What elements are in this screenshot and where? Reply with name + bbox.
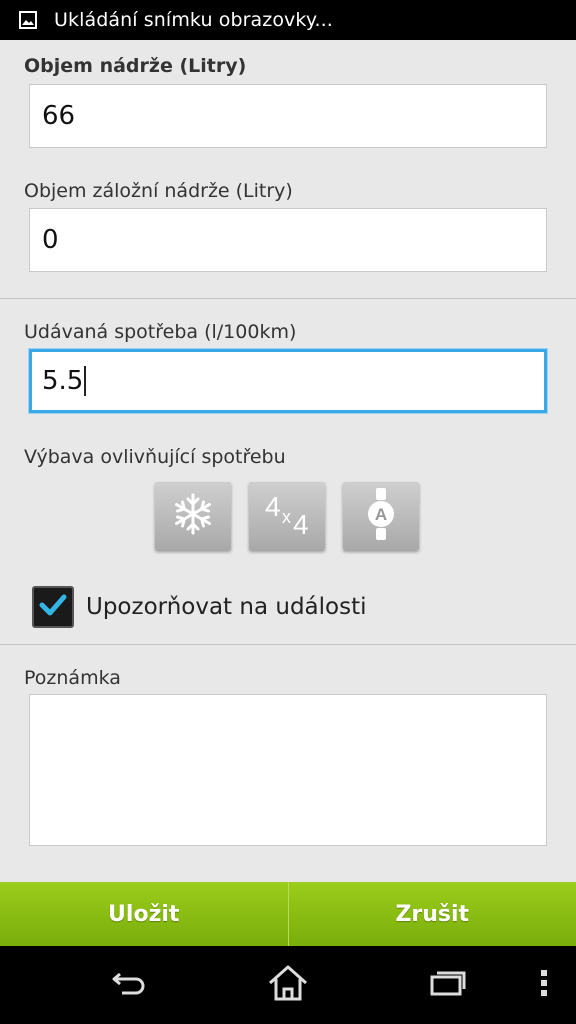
air-conditioning-toggle[interactable] <box>155 482 231 550</box>
text-caret <box>84 366 87 396</box>
automatic-gearbox-icon: A <box>366 488 396 544</box>
notify-checkbox[interactable] <box>32 586 74 628</box>
notify-checkbox-row[interactable]: Upozorňovat na události <box>32 586 367 628</box>
checkmark-icon <box>39 593 67 621</box>
consumption-input[interactable]: 5.5 <box>29 349 547 413</box>
home-button[interactable] <box>258 946 318 1024</box>
equipment-toggles: 4 x 4 A <box>155 482 419 550</box>
tank-volume-input[interactable]: 66 <box>29 84 547 148</box>
cancel-button[interactable]: Zrušit <box>287 882 576 946</box>
consumption-label: Udávaná spotřeba (l/100km) <box>24 321 297 343</box>
four-by-four-icon: 4 x 4 <box>259 491 315 541</box>
status-bar: Ukládání snímku obrazovky... <box>0 0 576 40</box>
notify-label: Upozorňovat na události <box>86 594 367 620</box>
four-by-four-text-end: 4 <box>293 509 309 540</box>
reserve-tank-label: Objem záložní nádrže (Litry) <box>24 180 293 202</box>
automatic-gearbox-toggle[interactable]: A <box>343 482 419 550</box>
section-divider <box>0 298 576 299</box>
consumption-value: 5.5 <box>42 366 84 396</box>
overflow-menu-button[interactable] <box>526 946 562 1024</box>
recents-icon <box>428 968 468 1002</box>
overflow-menu-icon <box>540 968 548 1002</box>
home-icon <box>266 963 310 1007</box>
reserve-tank-value: 0 <box>42 225 59 255</box>
back-button[interactable] <box>100 946 160 1024</box>
image-icon <box>18 10 38 30</box>
section-divider <box>0 644 576 645</box>
equipment-label: Výbava ovlivňující spotřebu <box>24 446 286 468</box>
status-notification-text: Ukládání snímku obrazovky... <box>54 9 333 31</box>
action-buttons: Uložit Zrušit <box>0 882 576 946</box>
four-by-four-toggle[interactable]: 4 x 4 <box>249 482 325 550</box>
note-label: Poznámka <box>24 667 121 689</box>
save-button[interactable]: Uložit <box>0 882 288 946</box>
note-textarea[interactable] <box>29 694 547 846</box>
snowflake-icon <box>171 492 215 540</box>
tank-volume-value: 66 <box>42 101 76 131</box>
recents-button[interactable] <box>418 946 478 1024</box>
automatic-gearbox-letter: A <box>375 505 387 524</box>
navigation-bar <box>0 946 576 1024</box>
reserve-tank-input[interactable]: 0 <box>29 208 547 272</box>
back-icon <box>110 968 150 1002</box>
four-by-four-text-x: x <box>282 507 291 527</box>
four-by-four-text-main: 4 <box>265 491 281 522</box>
tank-volume-label: Objem nádrže (Litry) <box>24 55 247 77</box>
